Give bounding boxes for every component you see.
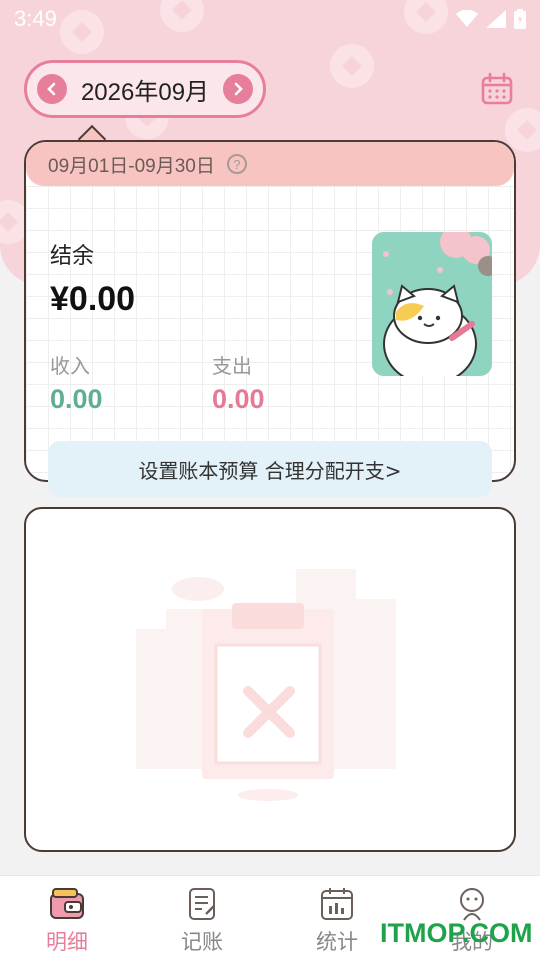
month-selector: 2026年09月: [24, 60, 266, 118]
income-value: 0.00: [50, 384, 103, 414]
expense-label: 支出: [212, 354, 252, 378]
coin-decoration: [330, 44, 374, 88]
question-icon[interactable]: ?: [226, 154, 247, 174]
nav-item-statistics[interactable]: 统计: [292, 886, 382, 958]
chevron-right-icon: [234, 82, 243, 96]
profile-icon: [460, 888, 484, 921]
nav-label: 记账: [181, 930, 223, 954]
previous-month-button[interactable]: [37, 74, 67, 104]
next-month-button[interactable]: [223, 74, 253, 104]
watermark: ITMOP.COM: [380, 918, 533, 948]
battery-icon: [514, 9, 526, 29]
date-range-bar: 09月01日-09月30日 ?: [26, 142, 514, 186]
chevron-left-icon: [47, 82, 56, 96]
empty-state-illustration: [136, 569, 396, 801]
wallet-icon: [50, 888, 84, 919]
nav-label: 明细: [46, 930, 88, 954]
wifi-icon: [456, 10, 478, 27]
budget-banner-button[interactable]: 设置账本预算 合理分配开支>: [48, 441, 492, 497]
nav-item-record[interactable]: 记账: [157, 886, 247, 958]
signal-icon: [486, 10, 506, 28]
nav-item-details[interactable]: 明细: [22, 886, 112, 958]
status-bar: 3:49: [0, 0, 540, 38]
status-time: 3:49: [14, 6, 57, 31]
transaction-list: [24, 507, 516, 852]
cat-illustration: [372, 232, 492, 376]
income-label: 收入: [50, 354, 90, 378]
expense-value: 0.00: [212, 384, 265, 414]
current-month[interactable]: 2026年09月: [81, 72, 209, 107]
notebook-icon: [189, 888, 215, 920]
summary-card: 09月01日-09月30日 ? 结余 ¥0.00 收入 0.00 支出 0.00: [24, 140, 516, 482]
balance-value: ¥0.00: [50, 280, 136, 318]
date-range: 09月01日-09月30日: [48, 155, 215, 177]
balance-label: 结余: [50, 244, 95, 269]
nav-label: 统计: [316, 930, 358, 954]
calendar-icon[interactable]: [480, 72, 514, 106]
chart-calendar-icon: [321, 888, 353, 920]
status-icons: [456, 9, 526, 29]
